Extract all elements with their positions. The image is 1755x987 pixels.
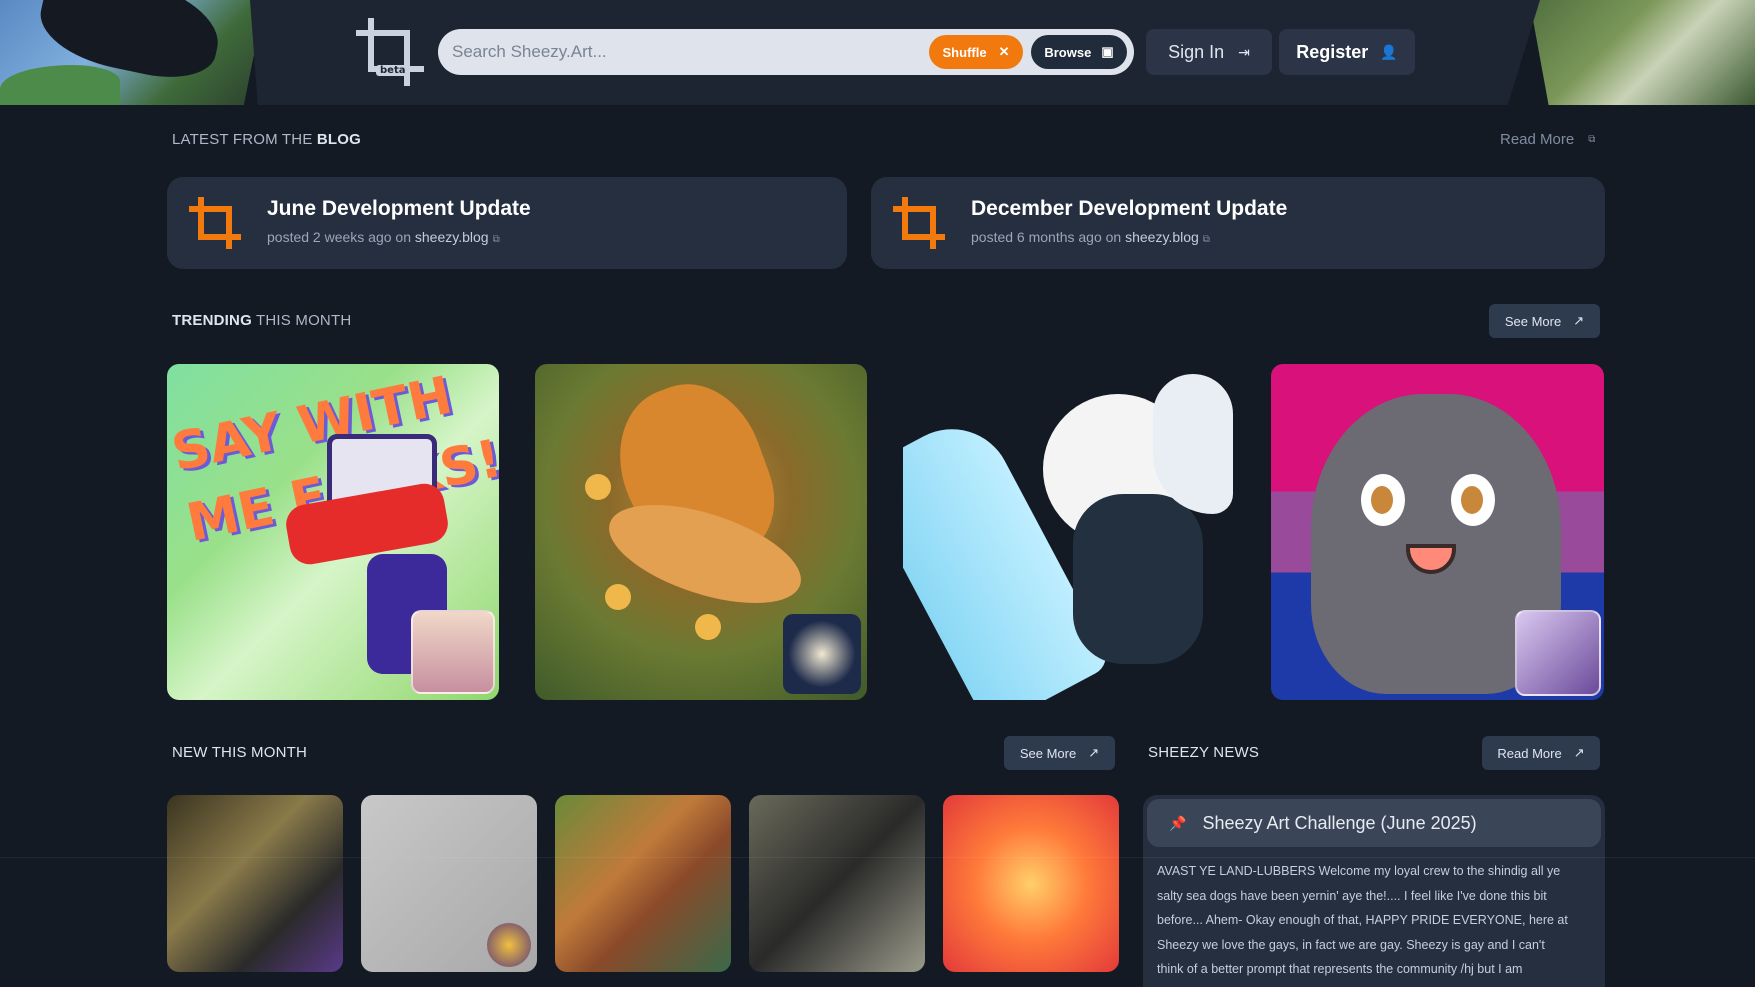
arrow-up-right-icon: ↗: [1573, 313, 1585, 328]
blog-post-meta: posted 2 weeks ago on sheezy.blog ⧉: [267, 229, 500, 245]
divider: [0, 857, 1755, 858]
blog-post-meta: posted 6 months ago on sheezy.blog ⧉: [971, 229, 1210, 245]
blog-post-site: sheezy.blog: [414, 229, 489, 245]
leaf-illustration: [0, 65, 120, 105]
browse-button[interactable]: Browse ▣: [1031, 35, 1127, 69]
page: beta Shuffle ✕ Browse ▣ Sign In ⇥ Regist…: [0, 0, 1755, 987]
news-line: before... Ahem- Okay enough of that, HAP…: [1157, 913, 1568, 927]
flower: [605, 584, 631, 610]
blog-post-card[interactable]: December Development Update posted 6 mon…: [871, 177, 1605, 269]
browse-label: Browse: [1044, 44, 1092, 60]
pin-icon: 📌: [1169, 814, 1187, 831]
shuffle-button[interactable]: Shuffle ✕: [929, 35, 1023, 69]
trending-title-rest: THIS MONTH: [251, 312, 352, 329]
search-input[interactable]: [452, 29, 892, 75]
trending-title-bold: TRENDING: [172, 312, 252, 329]
blog-crop-icon: [893, 197, 945, 249]
see-more-label: See More: [1504, 313, 1562, 329]
flower: [695, 614, 721, 640]
news-post-body: AVAST YE LAND-LUBBERS Welcome my loyal c…: [1157, 859, 1597, 982]
external-link-icon: ⧉: [1588, 134, 1596, 145]
flower: [585, 474, 611, 500]
character-body: [1073, 494, 1203, 664]
artist-avatar[interactable]: [1515, 610, 1601, 696]
blog-post-card[interactable]: June Development Update posted 2 weeks a…: [167, 177, 847, 269]
blog-post-date: posted 6 months ago on: [971, 229, 1126, 245]
logo-beta-badge: beta: [376, 65, 410, 76]
news-post-title: Sheezy Art Challenge (June 2025): [1202, 812, 1477, 833]
external-link-icon: ⧉: [1202, 234, 1210, 245]
new-artwork[interactable]: [943, 795, 1119, 972]
blog-read-more-label: Read More: [1500, 131, 1575, 148]
news-line: think of a better prompt that represents…: [1157, 962, 1523, 976]
blog-read-more-link[interactable]: Read More ⧉: [1500, 131, 1595, 148]
blog-post-date: posted 2 weeks ago on: [267, 229, 415, 245]
new-artwork[interactable]: [167, 795, 343, 972]
read-more-label: Read More: [1497, 745, 1562, 761]
news-line: salty sea dogs have been yernin' aye the…: [1157, 888, 1547, 903]
artist-avatar[interactable]: [411, 610, 495, 694]
arrow-up-right-icon: ↗: [1088, 745, 1100, 760]
see-more-label: See More: [1019, 745, 1077, 761]
blog-post-title: June Development Update: [267, 197, 531, 220]
search-bar: [438, 29, 1134, 75]
new-see-more-button[interactable]: See More ↗: [1004, 736, 1115, 770]
artist-avatar[interactable]: [783, 614, 861, 694]
new-artwork[interactable]: [555, 795, 731, 972]
site-logo[interactable]: beta: [356, 18, 426, 88]
header-banner-art-right: [1529, 0, 1755, 105]
register-label: Register: [1296, 41, 1369, 62]
header-banner-art-left: [0, 0, 265, 105]
character-pupil: [1371, 486, 1393, 514]
logo-crop-mark: [368, 18, 374, 36]
news-read-more-button[interactable]: Read More ↗: [1482, 736, 1600, 770]
blog-post-site: sheezy.blog: [1125, 229, 1199, 245]
sign-in-button[interactable]: Sign In ⇥: [1146, 29, 1272, 75]
new-artwork[interactable]: [749, 795, 925, 972]
trending-artwork[interactable]: [903, 364, 1235, 700]
blog-title-prefix: LATEST FROM THE: [172, 131, 317, 148]
sign-in-label: Sign In: [1168, 41, 1225, 62]
news-line: AVAST YE LAND-LUBBERS Welcome my loyal c…: [1157, 864, 1561, 878]
trending-artwork[interactable]: [1271, 364, 1604, 700]
artist-avatar[interactable]: [487, 923, 531, 967]
shuffle-label: Shuffle: [942, 44, 987, 60]
add-user-icon: 👤: [1380, 43, 1398, 60]
external-link-icon: ⧉: [492, 234, 500, 245]
arrow-up-right-icon: ↗: [1573, 745, 1585, 760]
trending-section-title: TRENDING THIS MONTH: [172, 312, 351, 329]
blog-post-title: December Development Update: [971, 197, 1288, 220]
new-section-title: NEW THIS MONTH: [172, 744, 308, 761]
login-icon: ⇥: [1238, 43, 1250, 60]
news-section-title: SHEEZY NEWS: [1148, 744, 1260, 761]
gallery-icon: ▣: [1101, 44, 1114, 59]
trending-artwork[interactable]: [535, 364, 867, 700]
news-pinned-header[interactable]: 📌 Sheezy Art Challenge (June 2025): [1147, 799, 1601, 847]
trending-see-more-button[interactable]: See More ↗: [1489, 304, 1600, 338]
news-line: Sheezy we love the gays, in fact we are …: [1157, 937, 1545, 952]
new-artwork[interactable]: [361, 795, 537, 972]
blog-section-title: LATEST FROM THE BLOG: [172, 131, 361, 148]
trending-artwork[interactable]: SAY WITH ME FOLKS!: [167, 364, 499, 700]
news-card[interactable]: 📌 Sheezy Art Challenge (June 2025) AVAST…: [1143, 795, 1605, 987]
blog-title-bold: BLOG: [316, 131, 362, 148]
blog-crop-icon: [189, 197, 241, 249]
shuffle-icon: ✕: [998, 44, 1010, 59]
character-pupil: [1461, 486, 1483, 514]
register-button[interactable]: Register 👤: [1279, 29, 1415, 75]
